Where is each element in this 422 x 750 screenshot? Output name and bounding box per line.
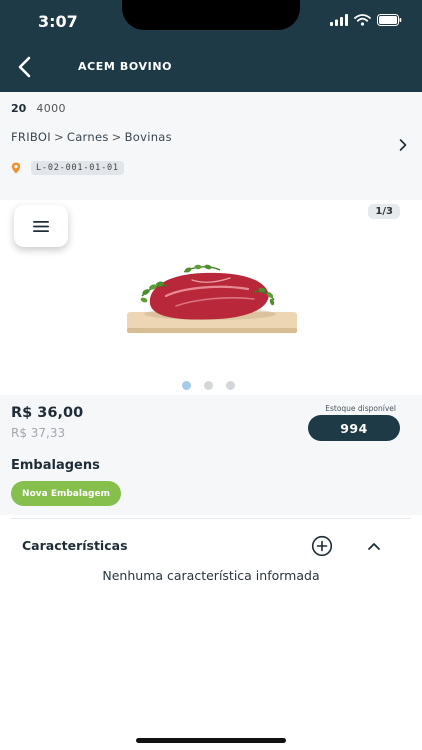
breadcrumb-separator: >	[53, 130, 64, 144]
menu-button[interactable]	[14, 205, 68, 247]
packaging-section-title: Embalagens	[11, 458, 100, 473]
new-packaging-button[interactable]: Nova Embalagem	[11, 481, 121, 506]
product-codes: 20 4000	[11, 102, 66, 115]
chevron-left-icon[interactable]	[14, 54, 36, 80]
empty-characteristics-message: Nenhuma característica informada	[102, 568, 320, 583]
product-code-primary: 20	[11, 102, 27, 115]
image-counter: 1/3	[368, 204, 400, 219]
pagination-dot[interactable]	[204, 381, 213, 390]
pagination-dot-active[interactable]	[182, 381, 191, 390]
breadcrumb-category: Carnes	[66, 130, 109, 144]
home-indicator[interactable]	[136, 738, 286, 743]
device-notch	[122, 0, 300, 30]
product-image	[127, 264, 297, 333]
pagination-dot[interactable]	[226, 381, 235, 390]
breadcrumb-brand: FRIBOI	[11, 130, 51, 144]
breadcrumb-subcategory: Bovinas	[124, 130, 172, 144]
product-code-secondary: 4000	[36, 102, 66, 115]
stock-label: Estoque disponível	[325, 404, 396, 413]
section-divider	[11, 518, 411, 519]
chevron-up-icon[interactable]	[366, 539, 382, 553]
chevron-right-icon[interactable]	[398, 138, 408, 152]
pricing-panel: R$ 36,00 R$ 37,33 Estoque disponível 994…	[0, 395, 422, 515]
cellular-signal-icon	[330, 14, 348, 26]
map-pin-icon	[11, 162, 21, 174]
image-gallery[interactable]: 1/3	[0, 200, 422, 395]
characteristics-section-title: Características	[22, 538, 128, 553]
status-icons	[330, 14, 402, 26]
previous-price: R$ 37,33	[11, 426, 66, 440]
gallery-pagination	[182, 381, 235, 390]
current-price: R$ 36,00	[11, 405, 84, 421]
app-header: 3:07 ACEM BOVINO	[0, 0, 422, 92]
battery-icon	[377, 14, 402, 26]
status-time: 3:07	[38, 12, 78, 31]
category-breadcrumb: FRIBOI > Carnes > Bovinas	[11, 130, 172, 144]
stock-location: L-02-001-01-01	[11, 161, 124, 175]
page-title: ACEM BOVINO	[78, 60, 173, 73]
plus-circle-icon[interactable]	[311, 535, 333, 557]
product-info-panel[interactable]: 20 4000 FRIBOI > Carnes > Bovinas L-02-0…	[0, 92, 422, 200]
hamburger-menu-icon	[33, 220, 49, 232]
location-badge: L-02-001-01-01	[31, 161, 124, 175]
breadcrumb-separator: >	[111, 130, 122, 144]
wifi-icon	[354, 14, 371, 26]
stock-badge: 994	[308, 415, 400, 441]
